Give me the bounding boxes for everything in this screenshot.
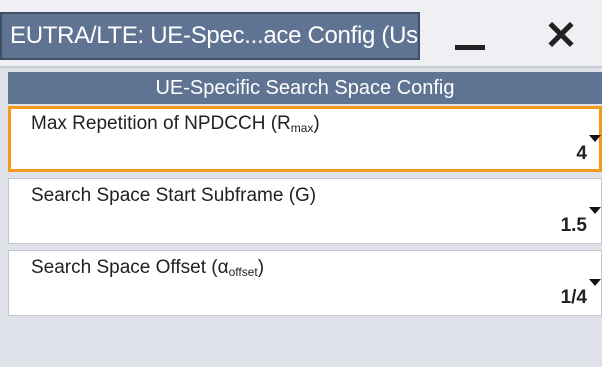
minimize-button[interactable] bbox=[430, 12, 510, 60]
title-bar: EUTRA/LTE: UE-Spec...ace Config (User1) … bbox=[0, 0, 602, 68]
field-label: Max Repetition of NPDCCH (Rmax) bbox=[31, 113, 320, 135]
panel-header: UE-Specific Search Space Config bbox=[8, 72, 602, 104]
dropdown-arrow-icon[interactable] bbox=[589, 279, 601, 286]
dropdown-arrow-icon[interactable] bbox=[589, 135, 601, 142]
dropdown-arrow-icon[interactable] bbox=[589, 207, 601, 214]
close-icon: ✕ bbox=[544, 14, 578, 58]
field-value: 4 bbox=[576, 143, 587, 164]
close-button[interactable]: ✕ bbox=[520, 12, 602, 60]
field-value: 1/4 bbox=[560, 287, 587, 308]
config-panel: UE-Specific Search Space Config Max Repe… bbox=[8, 72, 602, 367]
field-label: Search Space Offset (αoffset) bbox=[31, 257, 265, 279]
search-space-offset-field[interactable]: Search Space Offset (αoffset) 1/4 bbox=[8, 250, 602, 316]
search-space-start-subframe-field[interactable]: Search Space Start Subframe (G) 1.5 bbox=[8, 178, 602, 244]
field-value: 1.5 bbox=[560, 215, 587, 236]
window-title[interactable]: EUTRA/LTE: UE-Spec...ace Config (User1) bbox=[0, 12, 420, 60]
minimize-icon bbox=[455, 44, 485, 50]
max-repetition-npdcch-field[interactable]: Max Repetition of NPDCCH (Rmax) 4 bbox=[8, 106, 602, 172]
field-label: Search Space Start Subframe (G) bbox=[31, 185, 317, 206]
title-separator bbox=[0, 66, 602, 68]
